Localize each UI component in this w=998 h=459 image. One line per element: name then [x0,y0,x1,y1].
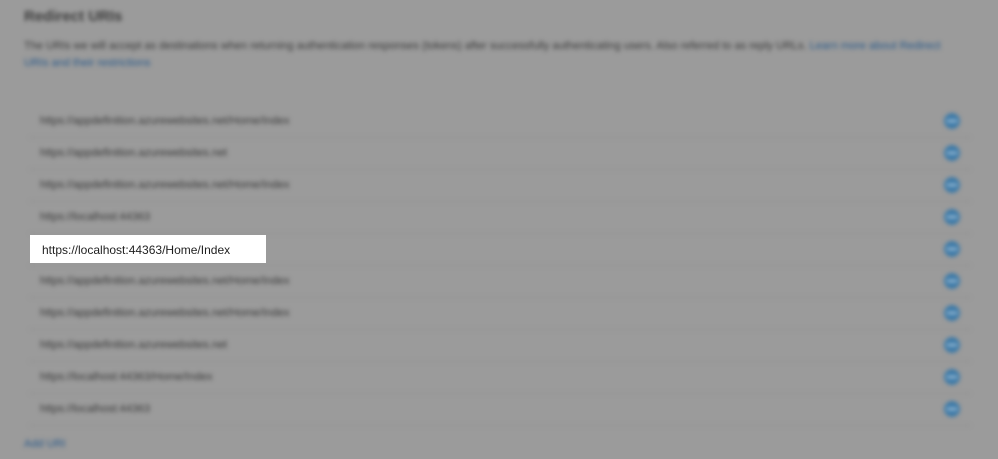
redirect-uri-value[interactable]: https://localhost:44363 [40,403,150,415]
app-registration-page: Redirect URIs The URIs we will accept as… [0,0,998,459]
redirect-uri-row: https://appdefinition.azurewebsites.net/… [30,298,970,330]
redirect-uri-value[interactable]: https://appdefinition.azurewebsites.net/… [40,307,289,319]
remove-icon[interactable] [944,305,960,321]
redirect-uri-value[interactable]: https://localhost:44363 [40,211,150,223]
highlighted-redirect-uri[interactable]: https://localhost:44363/Home/Index [30,235,266,263]
redirect-uri-row: https://appdefinition.azurewebsites.net/… [30,106,970,138]
remove-icon[interactable] [944,401,960,417]
section-description: The URIs we will accept as destinations … [24,38,964,72]
add-uri-link[interactable]: Add URI [24,438,66,450]
redirect-uri-value[interactable]: https://appdefinition.azurewebsites.net [40,339,227,351]
remove-icon[interactable] [944,273,960,289]
redirect-uri-list: https://appdefinition.azurewebsites.net/… [30,106,970,426]
remove-icon[interactable] [944,337,960,353]
redirect-uri-row: https://appdefinition.azurewebsites.net/… [30,170,970,202]
remove-icon[interactable] [944,145,960,161]
redirect-uri-value[interactable]: https://localhost:44363/Home/Index [40,371,212,383]
remove-icon[interactable] [944,177,960,193]
redirect-uri-row: https://appdefinition.azurewebsites.net [30,138,970,170]
redirect-uri-value[interactable]: https://appdefinition.azurewebsites.net/… [40,179,289,191]
redirect-uri-value[interactable]: https://appdefinition.azurewebsites.net [40,147,227,159]
redirect-uri-row: https://localhost:44363 [30,202,970,234]
remove-icon[interactable] [944,113,960,129]
description-text: The URIs we will accept as destinations … [24,40,807,52]
redirect-uri-row: https://appdefinition.azurewebsites.net [30,330,970,362]
remove-icon[interactable] [944,209,960,225]
section-title: Redirect URIs [24,8,123,25]
redirect-uri-row: https://appdefinition.azurewebsites.net/… [30,266,970,298]
remove-icon[interactable] [944,241,960,257]
redirect-uri-value[interactable]: https://appdefinition.azurewebsites.net/… [40,275,289,287]
redirect-uri-row: https://localhost:44363/Home/Index [30,362,970,394]
redirect-uri-row: https://localhost:44363 [30,394,970,426]
redirect-uri-value[interactable]: https://appdefinition.azurewebsites.net/… [40,115,289,127]
remove-icon[interactable] [944,369,960,385]
